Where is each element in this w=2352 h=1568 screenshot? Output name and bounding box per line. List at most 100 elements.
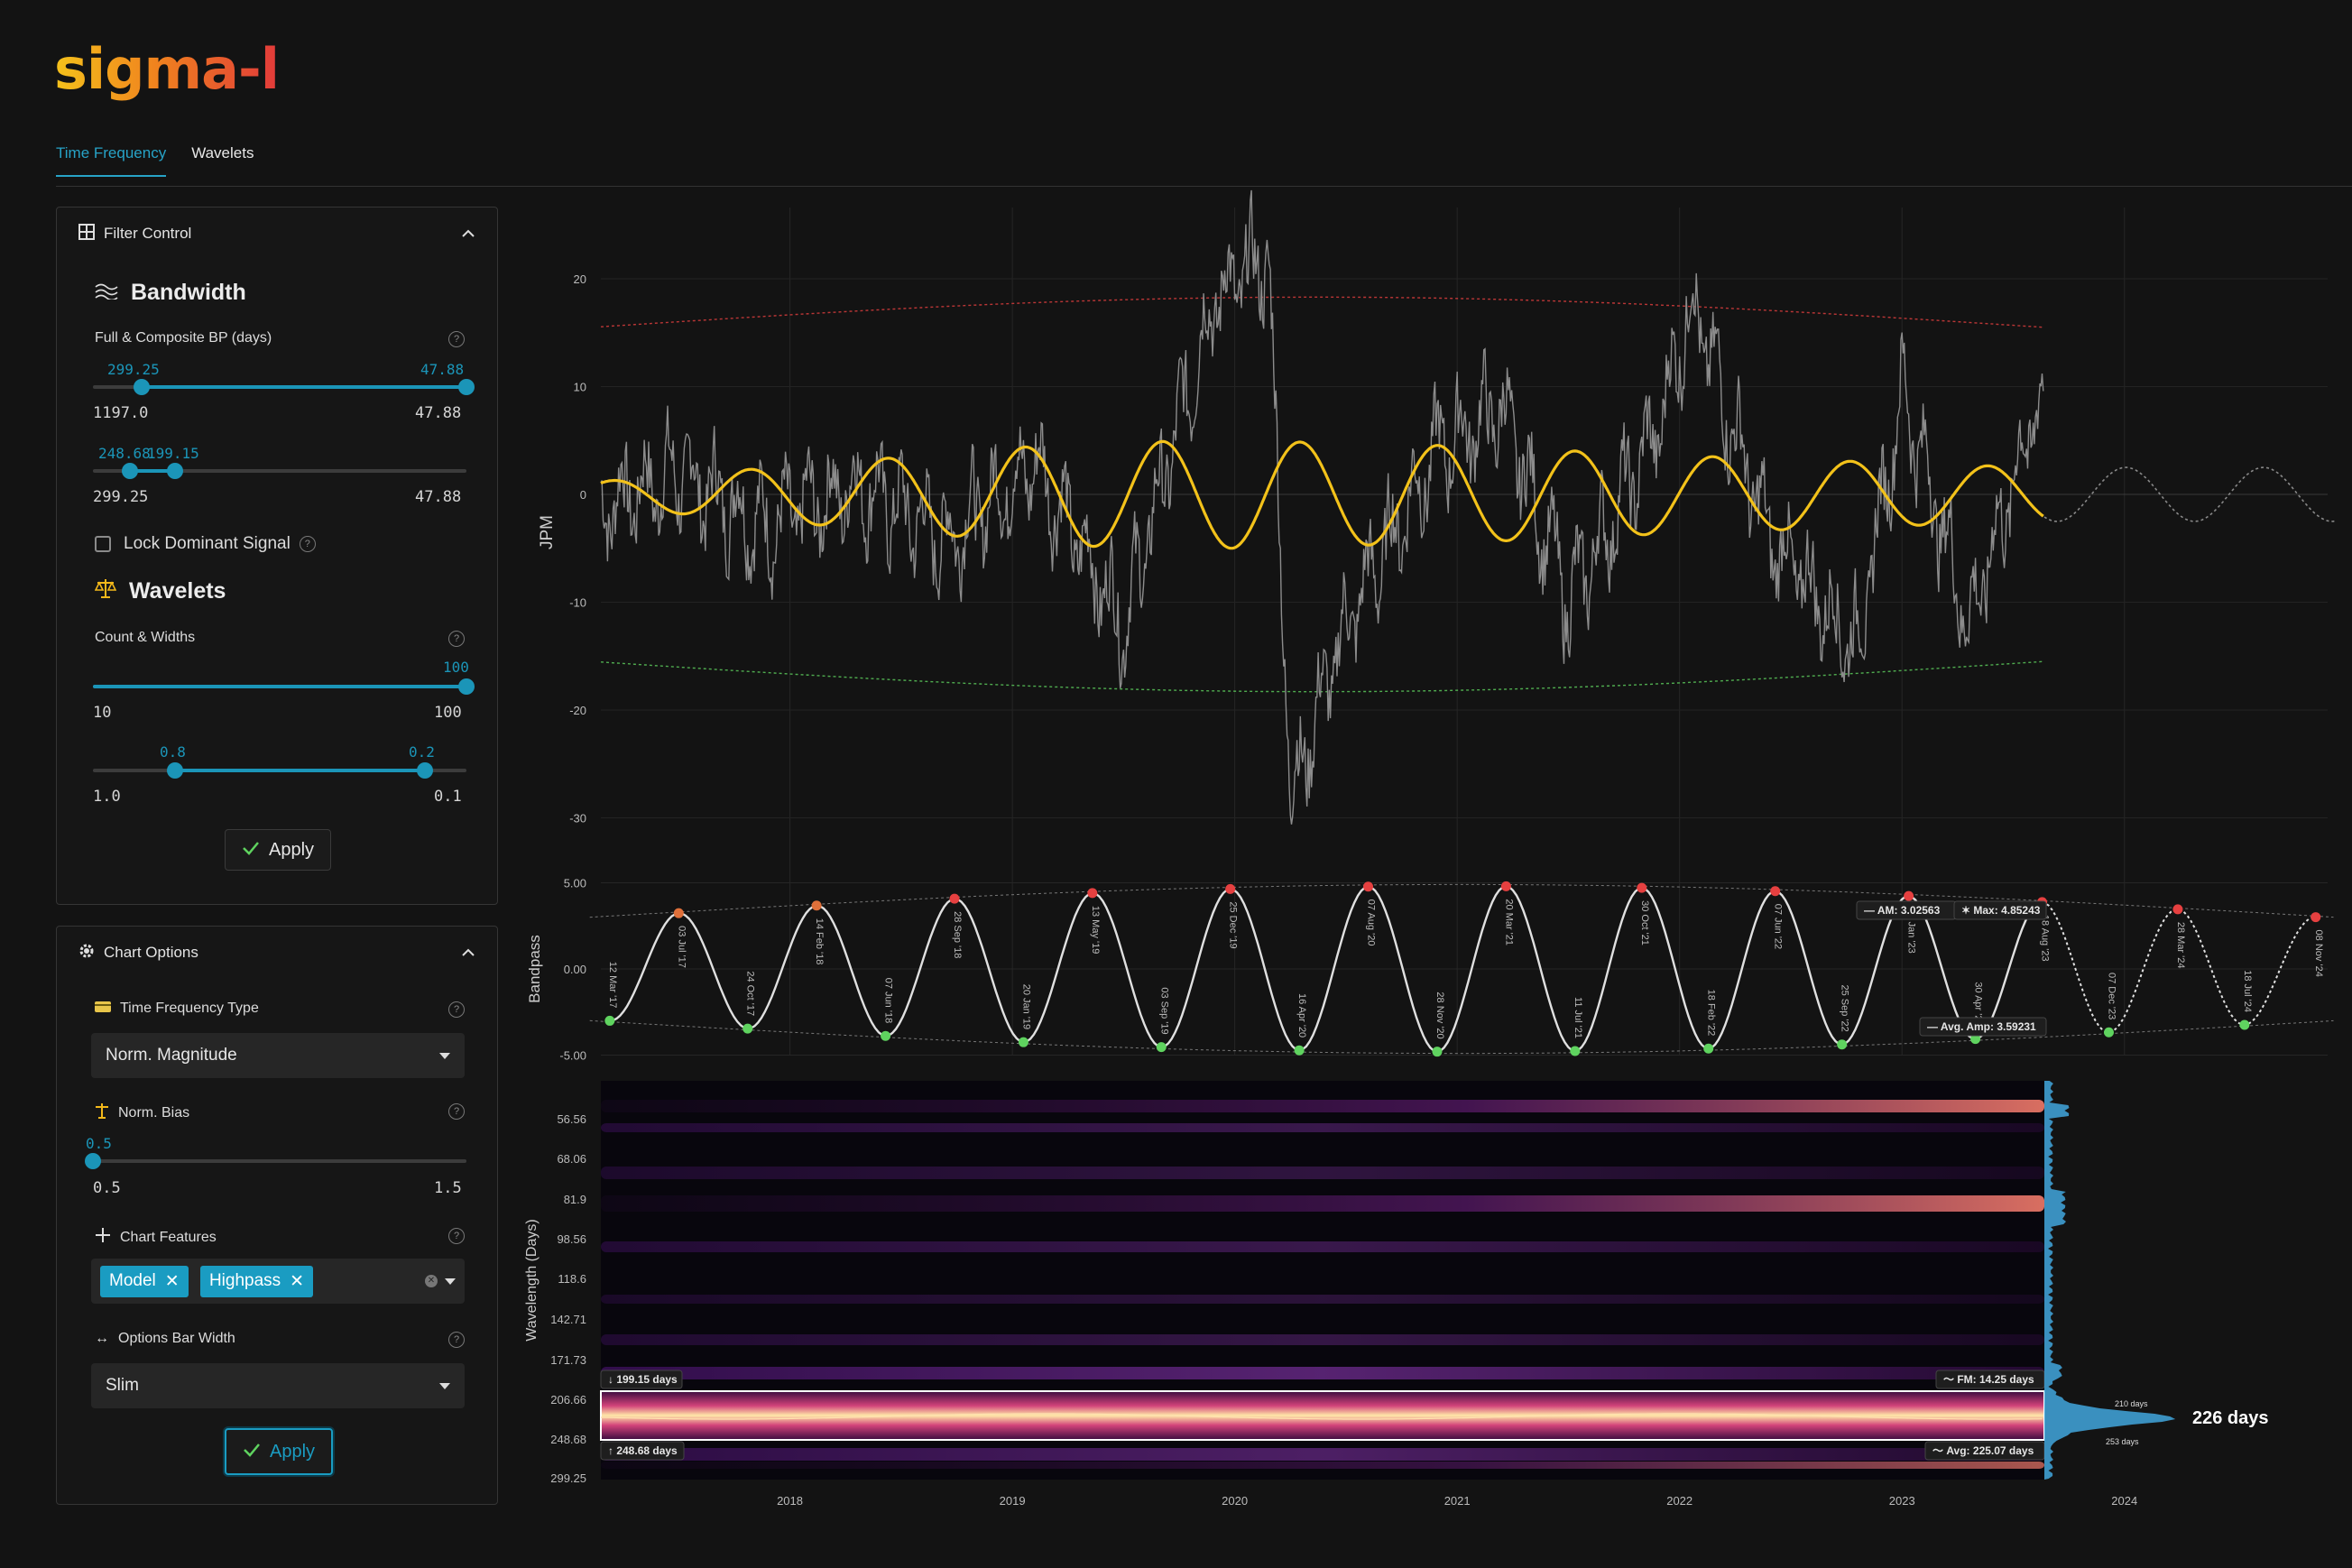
slider-handle[interactable] [458,678,475,695]
cycle-marker-trough [881,1030,891,1041]
bp-range-slider-2[interactable] [93,463,466,479]
chip-label: Highpass [208,1271,281,1290]
heatmap-band [601,1241,2044,1252]
close-icon[interactable]: ✕ [290,1271,304,1292]
bias-max: 1.5 [434,1179,462,1197]
filter-control-header[interactable]: Filter Control [57,208,497,260]
price-chart: 20 10 0 -10 -20 -30 JPM [538,189,2335,1056]
bias-value: 0.5 [86,1135,112,1152]
filter-apply-button[interactable]: Apply [225,829,331,871]
tab-time-frequency[interactable]: Time Frequency [56,144,167,177]
cycle-date-label: 28 Sep '18 [952,911,963,958]
options-apply-button[interactable]: Apply [225,1428,333,1475]
cycle-date-label: 12 Mar '17 [607,962,618,1009]
tab-divider [56,186,2352,187]
count-slider[interactable] [93,678,475,695]
price-series-line [600,189,2044,825]
lock-dominant-label: Lock Dominant Signal ? [124,534,316,554]
count-value: 100 [443,659,469,676]
band-low-label-box [600,1370,683,1389]
help-icon[interactable]: ? [448,631,465,647]
chevron-up-icon[interactable] [461,225,475,243]
cycle-date-label: 03 Sep '19 [1158,987,1169,1034]
chart-features-label: Chart Features [95,1227,217,1248]
width-range-slider[interactable] [93,762,466,779]
tab-wavelets[interactable]: Wavelets [191,144,254,177]
cycle-marker-peak [2037,897,2048,908]
chart-features-multiselect[interactable]: Model ✕ Highpass ✕ ✕ [91,1259,465,1304]
model-projection-line [2043,466,2335,522]
slider-handle-right[interactable] [417,762,434,779]
cycle-date-label: 07 Jun '18 [883,978,894,1023]
avg-amp-annotation-box [1919,1017,2047,1037]
bar-width-select[interactable]: Slim [91,1363,465,1408]
lower-envelope-line [600,660,2043,693]
heatmap-band [601,1195,2044,1212]
heatmap-band [601,1100,2044,1112]
am-annotation-box [1856,900,1957,920]
x-tick-label: 2024 [2111,1494,2137,1508]
cycle-date-label: 25 Dec '19 [1228,901,1239,948]
cycle-date-label: 28 Nov '20 [1434,992,1445,1038]
clear-icon[interactable]: ✕ [425,1275,438,1287]
help-icon[interactable]: ? [448,1001,465,1018]
slider-handle-left[interactable] [122,463,139,479]
slider-handle-left[interactable] [167,762,184,779]
chevron-down-icon[interactable] [445,1277,456,1285]
cycle-marker-peak [2310,912,2321,923]
feature-chip-model[interactable]: Model ✕ [100,1265,189,1297]
slider-handle-right[interactable] [167,463,184,479]
help-icon[interactable]: ? [448,1228,465,1244]
lock-dominant-checkbox[interactable] [95,536,111,552]
width-left-value: 0.8 [160,743,186,761]
y-tick-label: 206.66 [550,1393,586,1407]
slider-handle-left[interactable] [133,379,150,395]
y-tick-label: 20 [574,272,586,286]
chart-options-header[interactable]: Chart Options [57,927,497,979]
max-annotation-box [1953,900,2047,920]
cycle-marker-trough [1156,1042,1167,1053]
wavelet-heatmap: 56.56 68.06 81.9 98.56 118.6 142.71 171.73 206.… [524,1081,2269,1508]
tf-type-text: Time Frequency Type [120,1001,259,1016]
fm-label: 〜 FM: 14.25 days [1943,1373,2034,1386]
x-tick-label: 2019 [1000,1494,1026,1508]
chevron-down-icon [439,1382,450,1389]
chevron-down-icon [439,1052,450,1059]
bp-range-slider-1[interactable] [93,379,475,395]
tf-type-select[interactable]: Norm. Magnitude [91,1033,465,1078]
width-max: 0.1 [434,788,462,806]
bar-width-text: Options Bar Width [118,1331,235,1346]
close-icon[interactable]: ✕ [165,1271,180,1292]
norm-bias-slider[interactable] [85,1153,466,1169]
cycle-date-label: 18 Jul '24 [2242,970,2253,1012]
count-max: 100 [434,704,462,722]
dominant-cycle-label: 226 days [2192,1408,2269,1428]
chevron-up-icon[interactable] [461,944,475,962]
histogram-side-label: 253 days [2106,1437,2139,1446]
slider-handle-right[interactable] [458,379,475,395]
cycle-marker-peak [1087,888,1098,899]
cycle-marker-peak [1500,881,1511,891]
y-tick-label: -20 [569,704,586,717]
help-icon[interactable]: ? [448,331,465,347]
am-annotation: — AM: 3.02563 [1864,904,1941,917]
y-tick-label: 171.73 [550,1353,586,1367]
norm-bias-label: Norm. Bias [95,1102,189,1123]
cycle-marker-trough [1837,1039,1848,1050]
y-tick-label: 56.56 [557,1112,586,1126]
help-icon[interactable]: ? [448,1103,465,1120]
width-min: 1.0 [93,788,121,806]
help-icon[interactable]: ? [299,536,316,552]
cycle-date-label: 20 Jan '19 [1020,984,1031,1029]
y-tick-label: 248.68 [550,1433,586,1446]
slider-handle[interactable] [85,1153,101,1169]
count-min: 10 [93,704,112,722]
feature-chip-highpass[interactable]: Highpass ✕ [199,1265,314,1297]
help-icon[interactable]: ? [448,1332,465,1348]
bandpass-chart: 5.00 0.00 -5.00 Bandpass 12 Mar '17 03 Jul '1… [526,877,2334,1063]
band-high-label-box [600,1441,685,1461]
y-tick-label: -30 [569,812,586,826]
bandpass-upper-envelope [589,883,2334,918]
heatmap-background [601,1081,2044,1480]
grid-icon [78,223,95,244]
